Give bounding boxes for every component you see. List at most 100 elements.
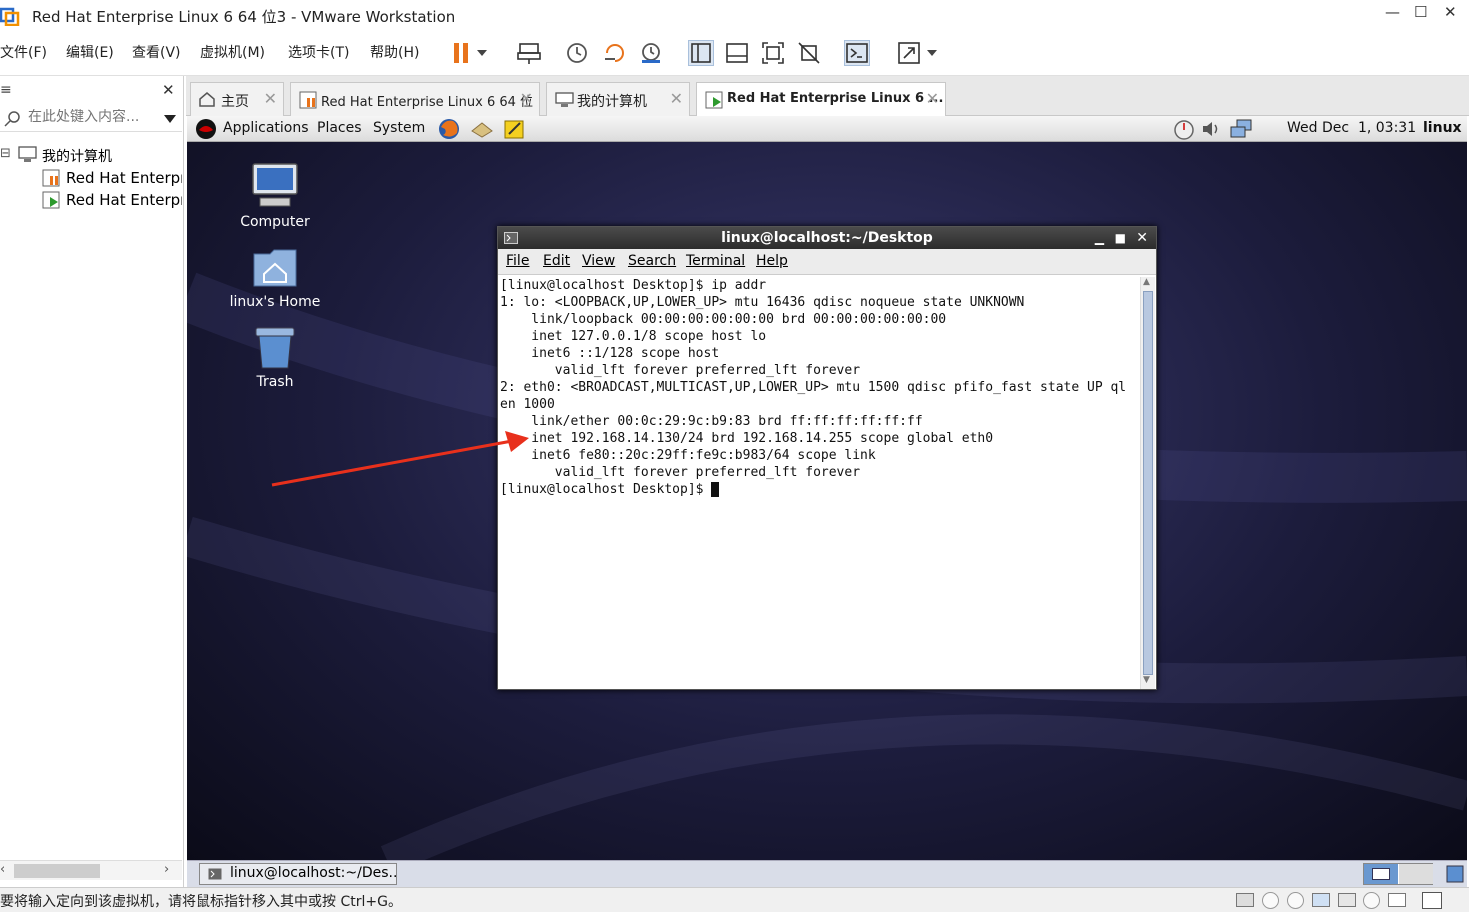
tree-root-label[interactable]: 我的计算机 xyxy=(42,146,112,166)
tab-vm-active[interactable]: Red Hat Enterprise Linux 6 ... ✕ xyxy=(696,82,946,116)
close-icon[interactable]: ✕ xyxy=(1136,227,1148,249)
cdrom-2-icon[interactable] xyxy=(1287,892,1304,909)
terminal-title: linux@localhost:~/Desktop xyxy=(721,230,933,246)
snapshot-manager-icon[interactable] xyxy=(638,40,664,66)
scroll-thumb[interactable] xyxy=(1143,291,1153,675)
hdd-icon[interactable] xyxy=(1236,893,1254,907)
tab-home[interactable]: 主页 ✕ xyxy=(190,82,284,116)
mail-icon[interactable] xyxy=(470,119,494,139)
tree-item-label: Red Hat Enterprise Linux 6 64 位 xyxy=(66,169,182,187)
minimize-button[interactable]: — xyxy=(1385,3,1400,21)
stretch-dropdown-icon[interactable] xyxy=(922,40,942,66)
terminal-menu-view[interactable]: View xyxy=(582,253,615,269)
terminal-menu-help[interactable]: Help xyxy=(756,253,788,269)
menu-edit[interactable]: 编辑(E) xyxy=(66,42,114,62)
maximize-icon[interactable]: ■ xyxy=(1115,227,1126,249)
tab-label: 我的计算机 xyxy=(577,94,647,110)
vm-paused-icon xyxy=(42,169,60,187)
terminal-menu-terminal[interactable]: Terminal xyxy=(686,253,745,269)
terminal-output[interactable]: [linux@localhost Desktop]$ ip addr 1: lo… xyxy=(500,277,1126,498)
tree-item-vm-2[interactable]: Red Hat Enterprise Linux 6 64 位3 xyxy=(42,189,182,211)
tab-close-icon[interactable]: ✕ xyxy=(926,89,939,108)
revert-snapshot-icon[interactable] xyxy=(602,40,628,66)
trash-applet-icon[interactable] xyxy=(1445,864,1465,884)
scroll-right-icon[interactable]: › xyxy=(164,862,169,877)
console-view-icon[interactable] xyxy=(844,40,870,66)
library-view-icon[interactable] xyxy=(688,40,714,66)
scroll-thumb[interactable] xyxy=(14,864,100,878)
display-icon[interactable] xyxy=(1388,893,1406,907)
menu-help[interactable]: 帮助(H) xyxy=(370,42,419,62)
workspace-switcher[interactable] xyxy=(1363,863,1433,885)
library-search[interactable] xyxy=(0,106,182,132)
usb-icon[interactable] xyxy=(1338,893,1356,907)
guest-clock[interactable]: Wed Dec 1, 03:31 xyxy=(1287,120,1416,136)
close-button[interactable]: ✕ xyxy=(1444,3,1457,21)
guest-top-panel: Applications Places System Wed Dec 1, 03… xyxy=(187,116,1467,142)
guest-menu-system[interactable]: System xyxy=(373,120,425,136)
library-search-input[interactable] xyxy=(28,109,158,125)
status-text: 要将输入定向到该虚拟机，请将鼠标指针移入其中或按 Ctrl+G。 xyxy=(0,894,402,910)
tab-vm-1[interactable]: Red Hat Enterprise Linux 6 64 位 ✕ xyxy=(290,82,540,116)
library-hscrollbar[interactable]: ‹ › xyxy=(0,860,182,880)
workspace-1[interactable] xyxy=(1364,864,1398,884)
guest-menu-places[interactable]: Places xyxy=(317,120,362,136)
desktop-icon-home[interactable]: linux's Home xyxy=(225,244,325,310)
terminal-menu-file[interactable]: File xyxy=(506,253,529,269)
tab-my-computer[interactable]: 我的计算机 ✕ xyxy=(546,82,690,116)
terminal-scrollbar[interactable]: ▲ ▼ xyxy=(1140,277,1155,689)
scroll-left-icon[interactable]: ‹ xyxy=(0,862,5,877)
vm-screen[interactable]: Applications Places System Wed Dec 1, 03… xyxy=(187,116,1467,860)
stretch-icon[interactable] xyxy=(896,40,922,66)
redhat-icon[interactable] xyxy=(195,118,217,140)
guest-user[interactable]: linux xyxy=(1423,120,1462,136)
annotation-arrow-icon xyxy=(271,431,529,487)
vm-paused-icon xyxy=(299,91,317,109)
chevron-down-icon[interactable] xyxy=(472,40,492,66)
scroll-up-icon[interactable]: ▲ xyxy=(1143,277,1150,287)
scroll-down-icon[interactable]: ▼ xyxy=(1143,675,1150,685)
sound-icon[interactable] xyxy=(1363,892,1380,909)
terminal-line: inet 192.168.14.130/24 brd 192.168.14.25… xyxy=(500,431,994,446)
volume-icon[interactable] xyxy=(1201,120,1221,138)
message-icon[interactable] xyxy=(1422,892,1442,909)
tree-expander[interactable]: ⊟ xyxy=(0,146,11,161)
tree-item-vm-1[interactable]: Red Hat Enterprise Linux 6 64 位 xyxy=(42,167,182,189)
snapshot-icon[interactable] xyxy=(564,40,590,66)
terminal-window[interactable]: linux@localhost:~/Desktop ▁ ■ ✕ File Edi… xyxy=(497,226,1157,690)
menu-file[interactable]: 文件(F) xyxy=(0,42,47,62)
minimize-icon[interactable]: ▁ xyxy=(1095,227,1104,249)
terminal-line: inet6 ::1/128 scope host xyxy=(500,346,720,361)
menu-view[interactable]: 查看(V) xyxy=(132,42,181,62)
home-folder-icon xyxy=(253,249,297,287)
notes-icon[interactable] xyxy=(503,118,525,140)
tab-close-icon[interactable]: ✕ xyxy=(670,89,683,108)
desktop-icon-computer[interactable]: Computer xyxy=(225,162,325,230)
firefox-icon[interactable] xyxy=(437,117,461,141)
fullscreen-icon[interactable] xyxy=(760,40,786,66)
terminal-line: valid_lft forever preferred_lft forever xyxy=(500,363,861,378)
terminal-line: link/loopback 00:00:00:00:00:00 brd 00:0… xyxy=(500,312,947,327)
network-icon[interactable] xyxy=(1229,119,1253,139)
menu-tabs[interactable]: 选项卡(T) xyxy=(288,42,349,62)
pause-icon[interactable] xyxy=(448,40,474,66)
library-close-button[interactable]: ✕ xyxy=(162,81,175,99)
maximize-button[interactable]: ☐ xyxy=(1414,3,1427,21)
menu-vm[interactable]: 虚拟机(M) xyxy=(200,42,265,62)
tab-close-icon[interactable]: ✕ xyxy=(520,89,533,108)
workspace-2[interactable] xyxy=(1399,864,1433,884)
send-keys-icon[interactable] xyxy=(516,40,542,66)
chevron-down-icon[interactable] xyxy=(164,115,176,123)
terminal-menu-edit[interactable]: Edit xyxy=(543,253,570,269)
network-status-icon[interactable] xyxy=(1312,893,1330,907)
tab-close-icon[interactable]: ✕ xyxy=(264,89,277,108)
terminal-menu-search[interactable]: Search xyxy=(628,253,676,269)
thumbnail-view-icon[interactable] xyxy=(724,40,750,66)
desktop-icon-trash[interactable]: Trash xyxy=(225,324,325,390)
vm-running-icon xyxy=(705,91,723,109)
taskbar-item-terminal[interactable]: linux@localhost:~/Des... xyxy=(199,863,397,885)
unity-icon[interactable] xyxy=(796,40,822,66)
terminal-titlebar[interactable]: linux@localhost:~/Desktop ▁ ■ ✕ xyxy=(498,227,1156,249)
cdrom-icon[interactable] xyxy=(1262,892,1279,909)
guest-menu-applications[interactable]: Applications xyxy=(223,120,309,136)
